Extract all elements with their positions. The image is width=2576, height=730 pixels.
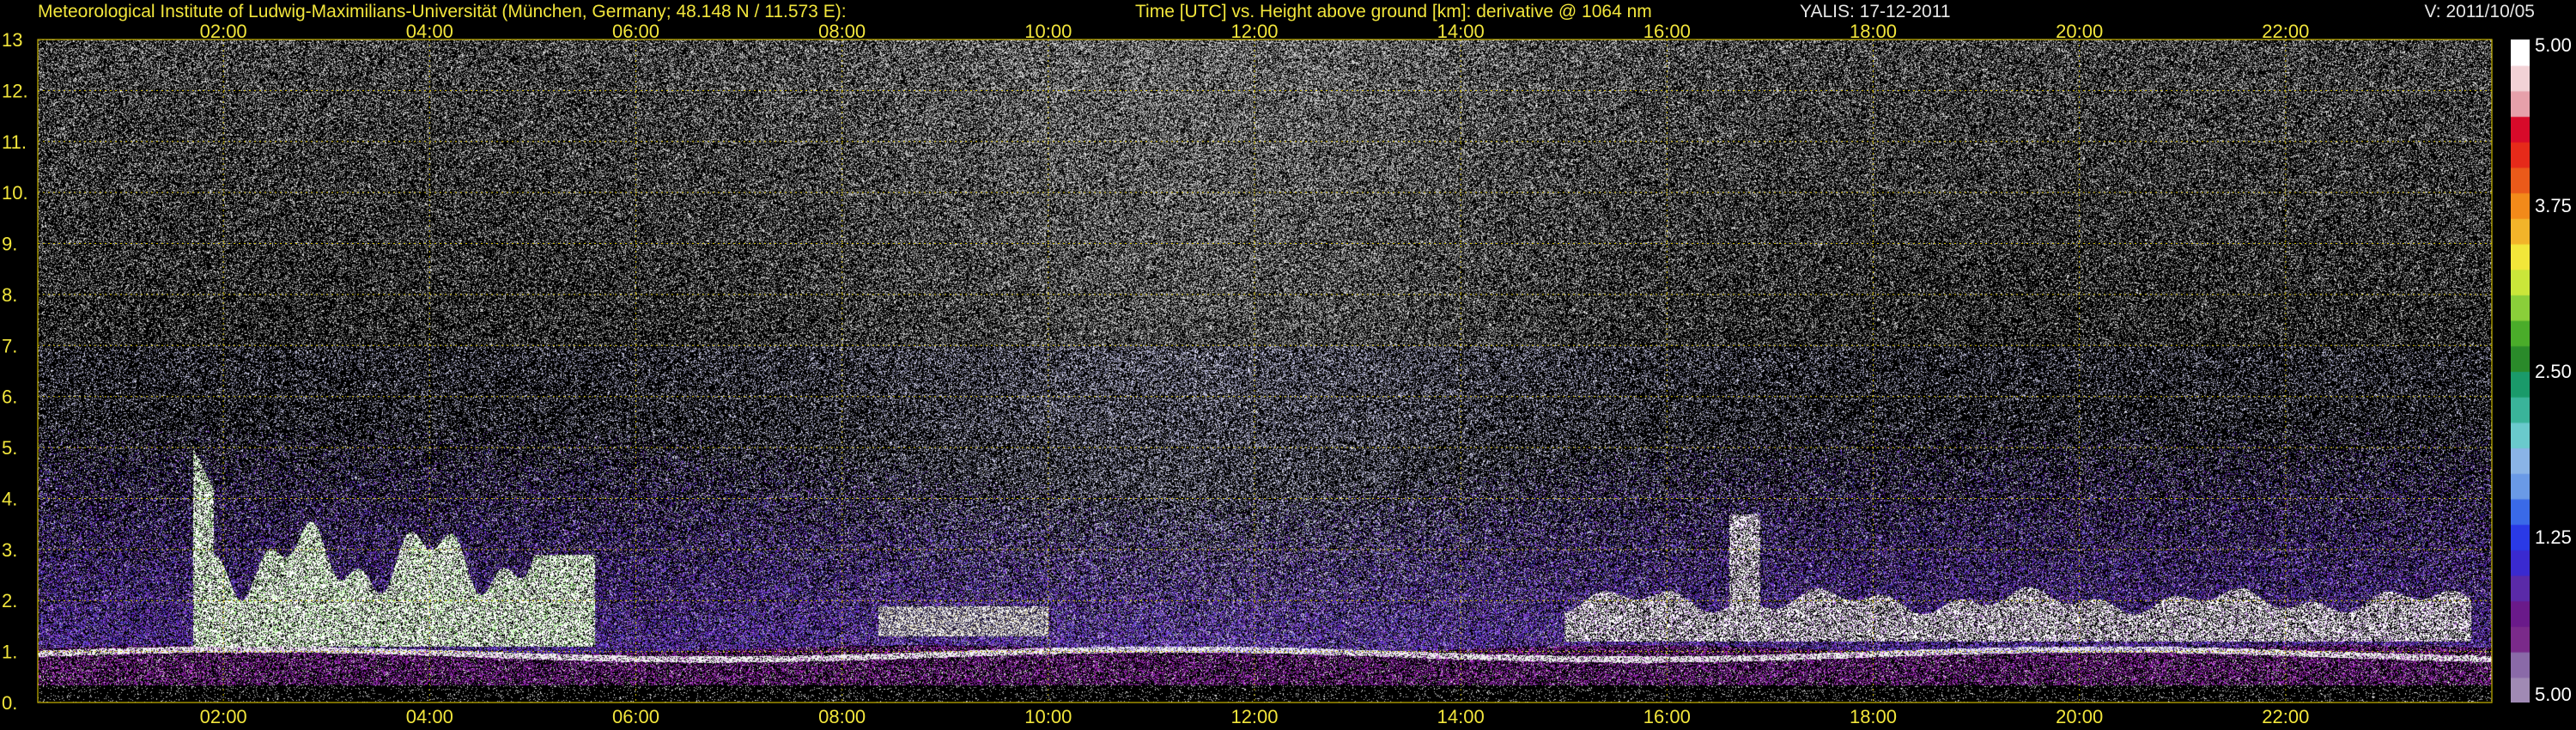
x-tick-label-top: 08:00 bbox=[818, 21, 866, 42]
colorbar-tick-label: 5.00 bbox=[2535, 34, 2572, 56]
colorbar-tick-label: 2.50 bbox=[2535, 361, 2572, 382]
x-tick-label-top: 14:00 bbox=[1437, 21, 1485, 42]
y-tick-label: 0. bbox=[2, 692, 17, 714]
y-tick-label: 5. bbox=[2, 437, 17, 459]
x-tick-label-bottom: 04:00 bbox=[406, 706, 453, 727]
x-tick-label-top: 12:00 bbox=[1230, 21, 1278, 42]
x-tick-label-bottom: 02:00 bbox=[200, 706, 247, 727]
x-tick-label-top: 10:00 bbox=[1024, 21, 1072, 42]
y-tick-label: 1. bbox=[2, 642, 17, 663]
x-tick-label-top: 20:00 bbox=[2056, 21, 2103, 42]
y-tick-label: 10. bbox=[2, 182, 28, 204]
y-tick-label: 6. bbox=[2, 386, 17, 408]
x-tick-label-bottom: 18:00 bbox=[1850, 706, 1897, 727]
colorbar-tick-label: 3.75 bbox=[2535, 195, 2572, 216]
y-tick-label: 2. bbox=[2, 590, 17, 611]
y-tick-label: 11. bbox=[2, 131, 27, 153]
colorbar-tick-label: 1.25 bbox=[2535, 526, 2572, 548]
x-tick-label-bottom: 12:00 bbox=[1230, 706, 1278, 727]
y-tick-label: 4. bbox=[2, 488, 17, 509]
x-tick-label-top: 22:00 bbox=[2262, 21, 2309, 42]
x-tick-label-bottom: 08:00 bbox=[818, 706, 866, 727]
x-tick-label-top: 04:00 bbox=[406, 21, 453, 42]
x-tick-label-bottom: 22:00 bbox=[2262, 706, 2309, 727]
y-tick-label: 13 bbox=[2, 29, 22, 51]
y-tick-label: 9. bbox=[2, 234, 17, 255]
x-tick-label-top: 16:00 bbox=[1643, 21, 1691, 42]
colorbar-tick-label: 5.00 bbox=[2535, 684, 2572, 705]
axes-overlay: 0. 1. 2. 3. 4. 5. 6. 7. 8. 9. 10. 11. 12. 13 02:00 02:0… bbox=[2, 21, 2572, 727]
y-tick-label: 3. bbox=[2, 539, 17, 561]
x-tick-label-top: 06:00 bbox=[612, 21, 659, 42]
x-tick-label-bottom: 16:00 bbox=[1643, 706, 1691, 727]
x-tick-label-bottom: 10:00 bbox=[1024, 706, 1072, 727]
y-tick-label: 12. bbox=[2, 80, 28, 101]
y-tick-label: 7. bbox=[2, 335, 17, 356]
y-tick-label: 8. bbox=[2, 284, 17, 306]
x-tick-label-top: 02:00 bbox=[200, 21, 247, 42]
x-tick-label-bottom: 06:00 bbox=[612, 706, 659, 727]
x-tick-label-bottom: 20:00 bbox=[2056, 706, 2103, 727]
x-tick-label-top: 18:00 bbox=[1850, 21, 1897, 42]
x-tick-label-bottom: 14:00 bbox=[1437, 706, 1485, 727]
plot-frame-border bbox=[37, 39, 2493, 703]
